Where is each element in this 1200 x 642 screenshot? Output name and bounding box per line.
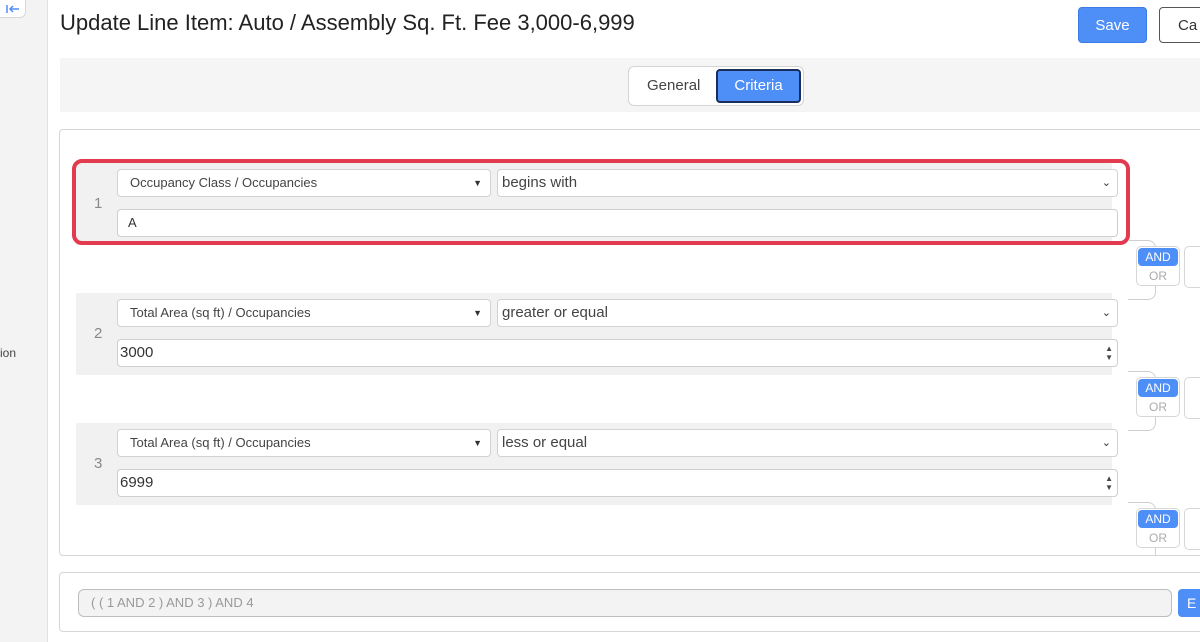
chevron-down-icon: ⌄ [1101,177,1111,189]
expression-panel: ( ( 1 AND 2 ) AND 3 ) AND 4 E [59,572,1200,632]
operator-select-value: less or equal [502,434,588,451]
group-button[interactable] [1184,508,1200,550]
field-select[interactable]: Total Area (sq ft) / Occupancies ▼ [117,299,491,327]
logic-toggle: AND OR [1136,377,1180,417]
criteria-row: 1 Occupancy Class / Occupancies ▼ begins… [76,163,1118,245]
left-sidebar: ion [0,0,48,642]
criteria-panel: 1 Occupancy Class / Occupancies ▼ begins… [59,129,1200,556]
arrow-left-icon [5,4,19,13]
sidebar-item-label[interactable]: ion [0,346,16,360]
value-number-input[interactable]: 3000 ▲ ▼ [117,339,1118,367]
edit-expression-button[interactable]: E [1178,589,1200,617]
logic-or-option[interactable]: OR [1137,398,1179,416]
chevron-down-icon: ⌄ [1101,307,1111,319]
value-input-text: 3000 [120,344,154,361]
operator-select-value: begins with [502,174,578,191]
criteria-row-number: 1 [94,195,103,212]
field-select[interactable]: Occupancy Class / Occupancies ▼ [117,169,491,197]
field-select-value: Total Area (sq ft) / Occupancies [130,435,311,450]
expression-input[interactable]: ( ( 1 AND 2 ) AND 3 ) AND 4 [78,589,1172,617]
tab-general[interactable]: General [631,69,716,103]
number-spinner-icon[interactable]: ▲ ▼ [1105,474,1113,492]
operator-select[interactable]: begins with ⌄ [497,169,1118,197]
field-select-value: Occupancy Class / Occupancies [130,175,318,190]
group-button[interactable] [1184,377,1200,419]
operator-select-value: greater or equal [502,304,608,321]
logic-toggle: AND OR [1136,508,1180,548]
criteria-row-number: 2 [94,325,103,342]
chevron-down-icon: ⌄ [1101,437,1111,449]
logic-or-option[interactable]: OR [1137,529,1179,547]
tab-criteria[interactable]: Criteria [716,69,801,103]
criteria-row: 3 Total Area (sq ft) / Occupancies ▼ les… [76,423,1118,505]
field-select[interactable]: Total Area (sq ft) / Occupancies ▼ [117,429,491,457]
operator-select[interactable]: less or equal ⌄ [497,429,1118,457]
caret-down-icon: ▼ [473,438,482,448]
logic-and-option[interactable]: AND [1138,248,1178,266]
value-number-input[interactable]: 6999 ▲ ▼ [117,469,1118,497]
caret-down-icon: ▼ [473,178,482,188]
value-input[interactable]: A [117,209,1118,237]
criteria-row: 2 Total Area (sq ft) / Occupancies ▼ gre… [76,293,1118,375]
cancel-button[interactable]: Ca [1159,7,1200,43]
field-select-value: Total Area (sq ft) / Occupancies [130,305,311,320]
save-button[interactable]: Save [1078,7,1147,43]
operator-select[interactable]: greater or equal ⌄ [497,299,1118,327]
tab-bar: General Criteria [60,58,1200,112]
tab-group: General Criteria [628,66,804,106]
group-button[interactable] [1184,246,1200,288]
page-title: Update Line Item: Auto / Assembly Sq. Ft… [60,10,635,35]
value-input-text: 6999 [120,474,154,491]
logic-and-option[interactable]: AND [1138,379,1178,397]
number-spinner-icon[interactable]: ▲ ▼ [1105,344,1113,362]
caret-down-icon: ▼ [473,308,482,318]
collapse-sidebar-button[interactable] [0,0,26,18]
logic-toggle: AND OR [1136,246,1180,286]
criteria-row-number: 3 [94,455,103,472]
logic-and-option[interactable]: AND [1138,510,1178,528]
logic-or-option[interactable]: OR [1137,267,1179,285]
